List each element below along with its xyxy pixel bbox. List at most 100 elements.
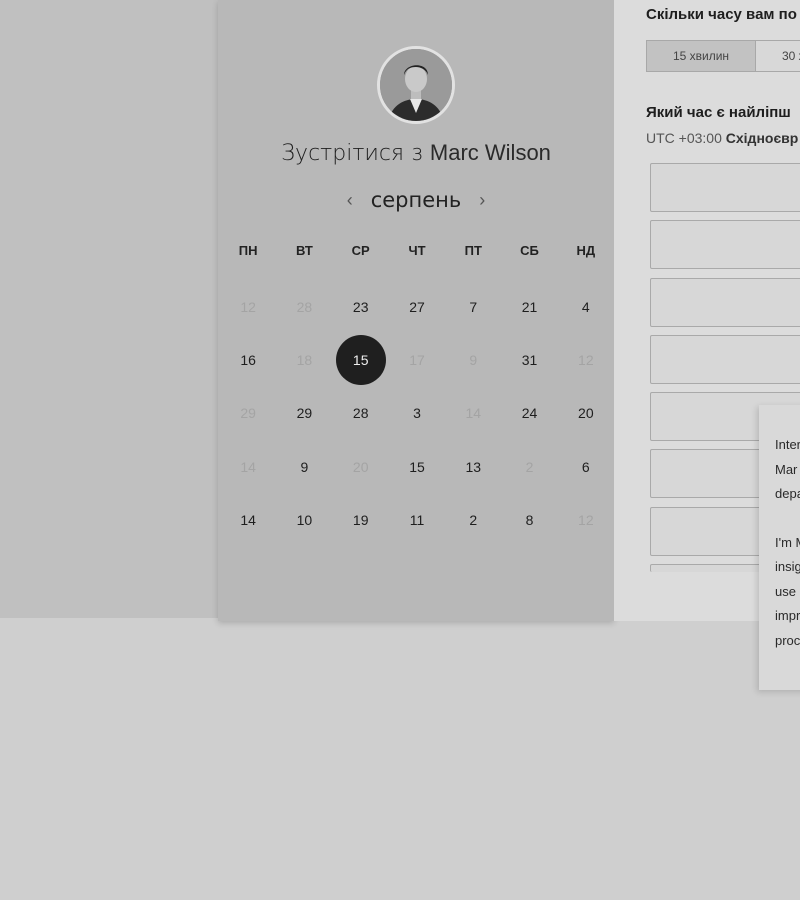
timezone-label: UTC +03:00 Східноєвр — [646, 130, 798, 146]
calendar-day[interactable]: 13 — [445, 440, 501, 493]
duration-option-30[interactable]: 30 х — [756, 40, 800, 72]
calendar-day-number: 27 — [409, 298, 425, 315]
calendar-day-number: 28 — [352, 405, 369, 422]
calendar-day-number: 2 — [525, 458, 534, 475]
host-name: Marc Wilson — [429, 140, 551, 165]
calendar-day[interactable]: 24 — [501, 387, 557, 440]
meeting-title: Зустрітися з Marc Wilson — [218, 140, 614, 166]
calendar-day-number: 17 — [409, 352, 425, 369]
calendar-day: 28 — [276, 280, 332, 333]
weekday-label: СР — [351, 243, 370, 258]
calendar-day[interactable]: 11 — [389, 494, 445, 547]
calendar-day-number: 9 — [300, 458, 309, 475]
calendar-day[interactable]: 15 — [389, 440, 445, 493]
calendar-day: 20 — [333, 440, 389, 493]
calendar-day-number: 31 — [521, 352, 538, 369]
calendar-day[interactable]: 31 — [501, 333, 557, 386]
bio-text-line: impr — [775, 608, 800, 623]
calendar-day[interactable]: 3 — [389, 387, 445, 440]
calendar-day[interactable]: 6 — [558, 440, 614, 493]
calendar-day: 14 — [445, 387, 501, 440]
calendar-day: 29 — [220, 387, 276, 440]
calendar-day[interactable]: 4 — [558, 280, 614, 333]
calendar-day-number: 14 — [465, 405, 482, 422]
bio-text-line: use — [775, 583, 796, 599]
calendar-day[interactable]: 8 — [501, 494, 557, 547]
calendar-day-number: 15 — [409, 458, 425, 475]
calendar-day-number: 29 — [240, 405, 256, 422]
calendar-day-number: 7 — [469, 298, 478, 315]
calendar-day[interactable]: 16 — [220, 333, 276, 386]
host-calendar-panel: Зустрітися з Marc Wilson ‹ серпень › ПН … — [218, 0, 614, 621]
calendar-day-number: 28 — [296, 298, 313, 315]
bio-text-line: insig — [775, 559, 800, 574]
calendar-day-number: 2 — [469, 512, 478, 529]
calendar-day-number: 21 — [521, 298, 538, 315]
calendar-day-number: 4 — [581, 298, 590, 315]
weekday-label: НД — [576, 243, 596, 258]
bio-text-line: depa — [775, 486, 800, 501]
time-slot-button[interactable]: 17 — [650, 334, 800, 384]
calendar-day: 17 — [389, 333, 445, 386]
calendar-day-number: 10 — [296, 512, 313, 529]
calendar-day: 12 — [220, 280, 276, 333]
prev-month-icon[interactable]: ‹ — [343, 190, 357, 211]
calendar-day[interactable]: 14 — [220, 494, 276, 547]
bio-text-line: proc — [775, 632, 800, 648]
calendar-day[interactable]: 19 — [333, 494, 389, 547]
calendar-day[interactable]: 7 — [445, 280, 501, 333]
timezone-offset: UTC +03:00 — [646, 130, 722, 146]
calendar-day-number: 12 — [578, 512, 594, 529]
calendar-day-number: 12 — [578, 352, 594, 369]
calendar-day-number: 29 — [296, 405, 313, 422]
calendar-day[interactable]: 29 — [276, 387, 332, 440]
host-portrait-icon — [380, 49, 452, 121]
calendar-day-selected[interactable]: 15 — [333, 333, 389, 386]
calendar-day: 2 — [501, 440, 557, 493]
duration-question: Скільки часу вам по — [646, 6, 797, 23]
calendar-day[interactable]: 10 — [276, 494, 332, 547]
calendar-day-number: 23 — [352, 298, 369, 315]
month-navigation: ‹ серпень › — [218, 185, 614, 215]
calendar-day-number: 14 — [240, 512, 256, 529]
calendar-day-number: 9 — [469, 352, 478, 369]
calendar-day: 12 — [558, 333, 614, 386]
time-slot-button[interactable]: 16 — [650, 163, 800, 212]
meeting-title-prefix: Зустрітися з — [281, 141, 423, 166]
calendar-day: 18 — [276, 333, 332, 386]
calendar-day[interactable]: 23 — [333, 280, 389, 333]
bio-text-line: Inter — [775, 437, 800, 452]
time-slot-button[interactable]: 17 — [650, 277, 800, 327]
next-month-icon[interactable]: › — [475, 190, 489, 211]
calendar-day[interactable]: 2 — [445, 494, 501, 547]
calendar-day[interactable]: 9 — [276, 440, 332, 493]
calendar-day[interactable]: 27 — [389, 280, 445, 333]
time-question: Який час є найліпш — [646, 104, 791, 121]
calendar-day[interactable]: 20 — [558, 387, 614, 440]
calendar-day: 14 — [220, 440, 276, 493]
weekday-label: ВТ — [296, 243, 313, 258]
calendar-day-number: 3 — [413, 405, 421, 422]
calendar-day-number: 19 — [352, 512, 369, 529]
duration-option-15[interactable]: 15 хвилин — [646, 40, 756, 72]
month-label: серпень — [370, 188, 462, 212]
weekday-header: ПН ВТ СР ЧТ ПТ СБ НД — [218, 243, 614, 258]
calendar-day-number: 15 — [335, 335, 386, 386]
weekday-label: ПТ — [464, 243, 482, 258]
calendar-day-number: 8 — [525, 512, 534, 529]
weekday-label: СБ — [520, 243, 539, 258]
calendar-week-row: 14 9 20 15 13 2 6 — [220, 440, 614, 493]
calendar-week-row: 16 18 15 17 9 31 12 — [220, 333, 614, 386]
bio-text-line: I'm M — [775, 534, 800, 550]
calendar-day-number: 20 — [578, 405, 594, 422]
calendar-week-row: 29 29 28 3 14 24 20 — [220, 387, 614, 440]
calendar-day[interactable]: 28 — [333, 387, 389, 440]
time-slot-button[interactable]: 17 — [650, 220, 800, 270]
host-bio-popup: Inter Mar depa I'm M insig use impr proc — [759, 405, 800, 690]
bio-text-line: Mar — [775, 461, 798, 477]
calendar-day[interactable]: 21 — [501, 280, 557, 333]
calendar-day-number: 20 — [352, 458, 369, 475]
calendar-week-row: 12 28 23 27 7 21 4 — [220, 280, 614, 333]
calendar-day: 12 — [558, 494, 614, 547]
calendar-week-row: 14 10 19 11 2 8 12 — [220, 494, 614, 547]
